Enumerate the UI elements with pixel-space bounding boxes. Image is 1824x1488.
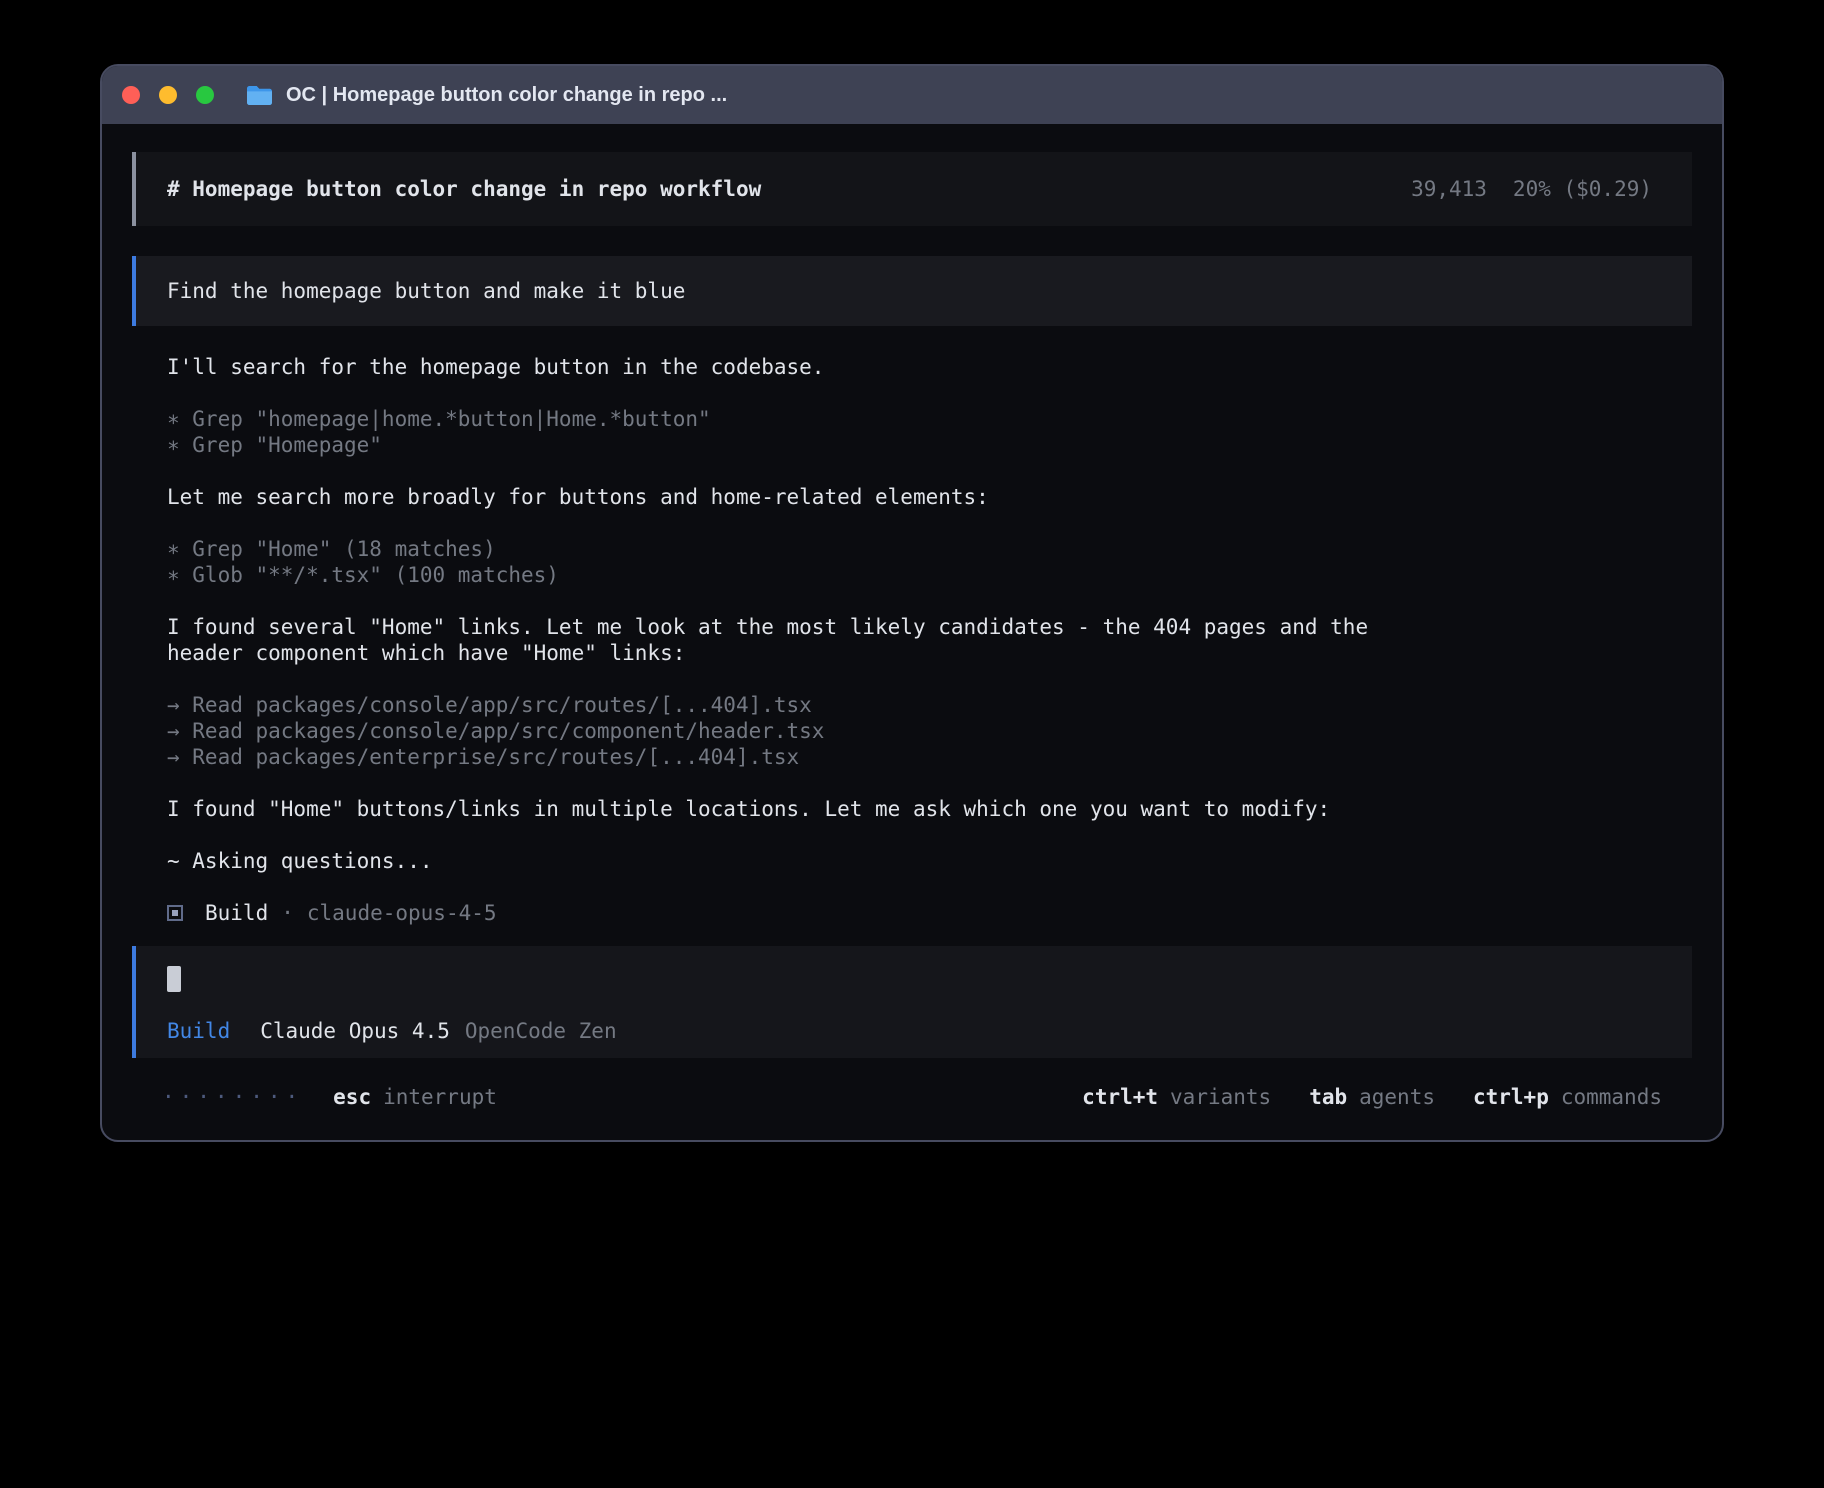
user-message: Find the homepage button and make it blu…: [132, 256, 1692, 326]
close-window-button[interactable]: [122, 86, 140, 104]
commands-label: commands: [1561, 1084, 1662, 1110]
input-model-label: Claude Opus 4.5: [260, 1018, 450, 1044]
user-message-text: Find the homepage button and make it blu…: [167, 278, 685, 304]
input-meta: Build Claude Opus 4.5 OpenCode Zen: [167, 1018, 1692, 1044]
commands-shortcut: ctrl+p commands: [1473, 1084, 1662, 1110]
tool-call-read: → Read packages/console/app/src/componen…: [167, 718, 1692, 744]
window-title: OC | Homepage button color change in rep…: [286, 84, 727, 107]
folder-icon: [246, 85, 273, 106]
assistant-text: I'll search for the homepage button in t…: [167, 354, 1692, 380]
text-cursor: [167, 966, 181, 992]
tool-call-grep: ∗ Grep "homepage|home.*button|Home.*butt…: [167, 406, 1692, 432]
terminal-window: OC | Homepage button color change in rep…: [100, 64, 1724, 1142]
transcript: I'll search for the homepage button in t…: [132, 354, 1692, 926]
tab-key-label: tab: [1309, 1084, 1347, 1110]
tool-call-grep: ∗ Grep "Home" (18 matches): [167, 536, 1692, 562]
interrupt-label: interrupt: [383, 1084, 497, 1110]
status-bar: ········ esc interrupt ctrl+t variants t…: [132, 1058, 1692, 1140]
input-provider-label: OpenCode Zen: [465, 1018, 617, 1044]
esc-key-label: esc: [333, 1084, 371, 1110]
agents-label: agents: [1359, 1084, 1435, 1110]
window-titlebar[interactable]: OC | Homepage button color change in rep…: [102, 66, 1722, 124]
token-count: 39,413: [1411, 176, 1487, 202]
ctrl-p-key-label: ctrl+p: [1473, 1084, 1549, 1110]
window-title-group: OC | Homepage button color change in rep…: [246, 84, 727, 107]
status-bar-right: ctrl+t variants tab agents ctrl+p comman…: [1082, 1084, 1662, 1110]
tool-call-glob: ∗ Glob "**/*.tsx" (100 matches): [167, 562, 1692, 588]
session-meta: 39,413 20% ($0.29): [1411, 176, 1652, 202]
spinner-dots: ········: [162, 1084, 303, 1110]
assistant-text: I found "Home" buttons/links in multiple…: [167, 796, 1692, 822]
ctrl-t-key-label: ctrl+t: [1082, 1084, 1158, 1110]
assistant-text: I found several "Home" links. Let me loo…: [167, 614, 1692, 640]
interrupt-hint: esc interrupt: [333, 1084, 497, 1110]
session-header: # Homepage button color change in repo w…: [132, 152, 1692, 226]
assistant-text: header component which have "Home" links…: [167, 640, 1692, 666]
tool-call-read: → Read packages/enterprise/src/routes/[.…: [167, 744, 1692, 770]
terminal-content: # Homepage button color change in repo w…: [102, 124, 1722, 1140]
model-id: claude-opus-4-5: [307, 900, 497, 926]
agent-box-icon: [167, 905, 183, 921]
assistant-text: Let me search more broadly for buttons a…: [167, 484, 1692, 510]
status-bar-left: ········ esc interrupt: [162, 1084, 497, 1110]
variants-shortcut: ctrl+t variants: [1082, 1084, 1271, 1110]
context-usage: 20% ($0.29): [1513, 176, 1652, 202]
assistant-status-text: ~ Asking questions...: [167, 848, 1692, 874]
agent-status-line: Build · claude-opus-4-5: [167, 900, 1692, 926]
agents-shortcut: tab agents: [1309, 1084, 1435, 1110]
input-agent-label: Build: [167, 1018, 230, 1044]
session-title: # Homepage button color change in repo w…: [167, 176, 761, 202]
zoom-window-button[interactable]: [196, 86, 214, 104]
separator-dot: ·: [281, 900, 294, 926]
tool-call-read: → Read packages/console/app/src/routes/[…: [167, 692, 1692, 718]
tool-call-grep: ∗ Grep "Homepage": [167, 432, 1692, 458]
prompt-input[interactable]: Build Claude Opus 4.5 OpenCode Zen: [132, 946, 1692, 1058]
variants-label: variants: [1170, 1084, 1271, 1110]
minimize-window-button[interactable]: [159, 86, 177, 104]
agent-name: Build: [205, 900, 268, 926]
traffic-lights: [122, 86, 214, 104]
